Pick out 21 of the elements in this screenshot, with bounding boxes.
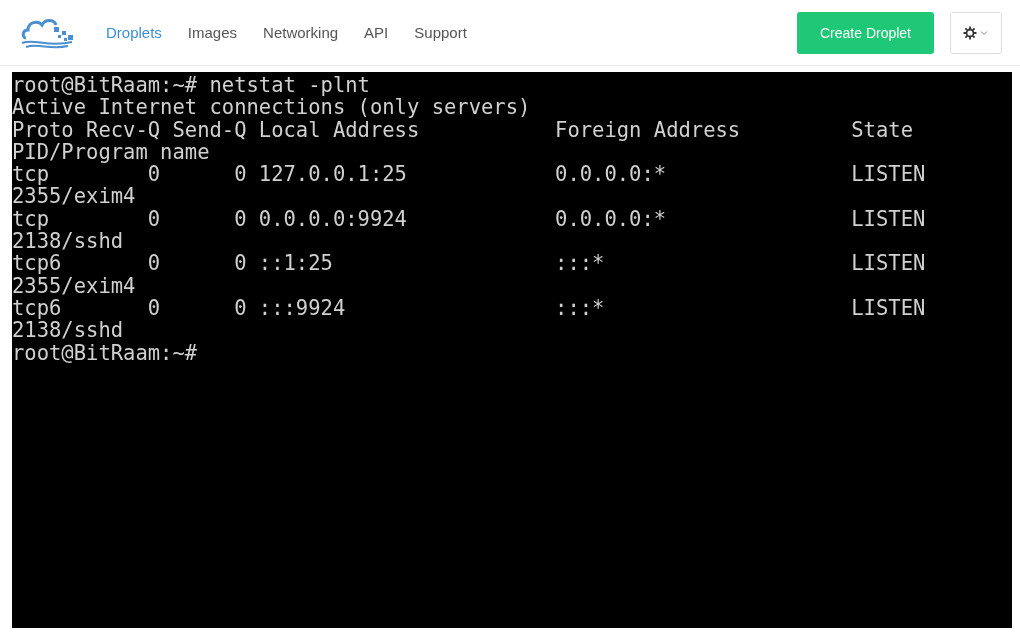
settings-dropdown-button[interactable] <box>950 11 1002 54</box>
terminal-line: Proto Recv-Q Send-Q Local Address Foreign Address State <box>12 118 913 141</box>
terminal-line: 2355/exim4 <box>12 274 136 297</box>
terminal-line: tcp6 0 0 ::1:25 :::* LISTEN <box>12 252 926 275</box>
nav-tab[interactable]: Droplets <box>106 24 162 41</box>
nav-tab[interactable]: Support <box>414 24 467 41</box>
terminal-line: tcp 0 0 127.0.0.1:25 0.0.0.0:* LISTEN <box>12 163 926 186</box>
terminal-line: tcp 0 0 0.0.0.0:9924 0.0.0.0:* LISTEN <box>12 207 926 231</box>
nav-tab[interactable]: Images <box>187 24 238 41</box>
caret-icon <box>980 30 988 35</box>
terminal-line: 2138/sshd <box>12 319 124 342</box>
terminal-line: root@BitRaam:~# <box>12 341 198 364</box>
terminal-line: tcp6 0 0 :::9924 :::* LISTEN <box>12 296 926 320</box>
settings-icon <box>963 25 978 40</box>
terminal-line: PID/Program name <box>12 140 210 164</box>
terminal-line: 2138/sshd <box>12 230 124 253</box>
nav-tab[interactable]: Networking <box>263 24 339 41</box>
terminal-line: 2355/exim4 <box>12 185 136 208</box>
nav-tab[interactable]: API <box>364 24 389 41</box>
terminal-line: root@BitRaam:~# netstat -plnt <box>12 74 370 97</box>
terminal-line: Active Internet connections (only servers) <box>12 96 531 119</box>
